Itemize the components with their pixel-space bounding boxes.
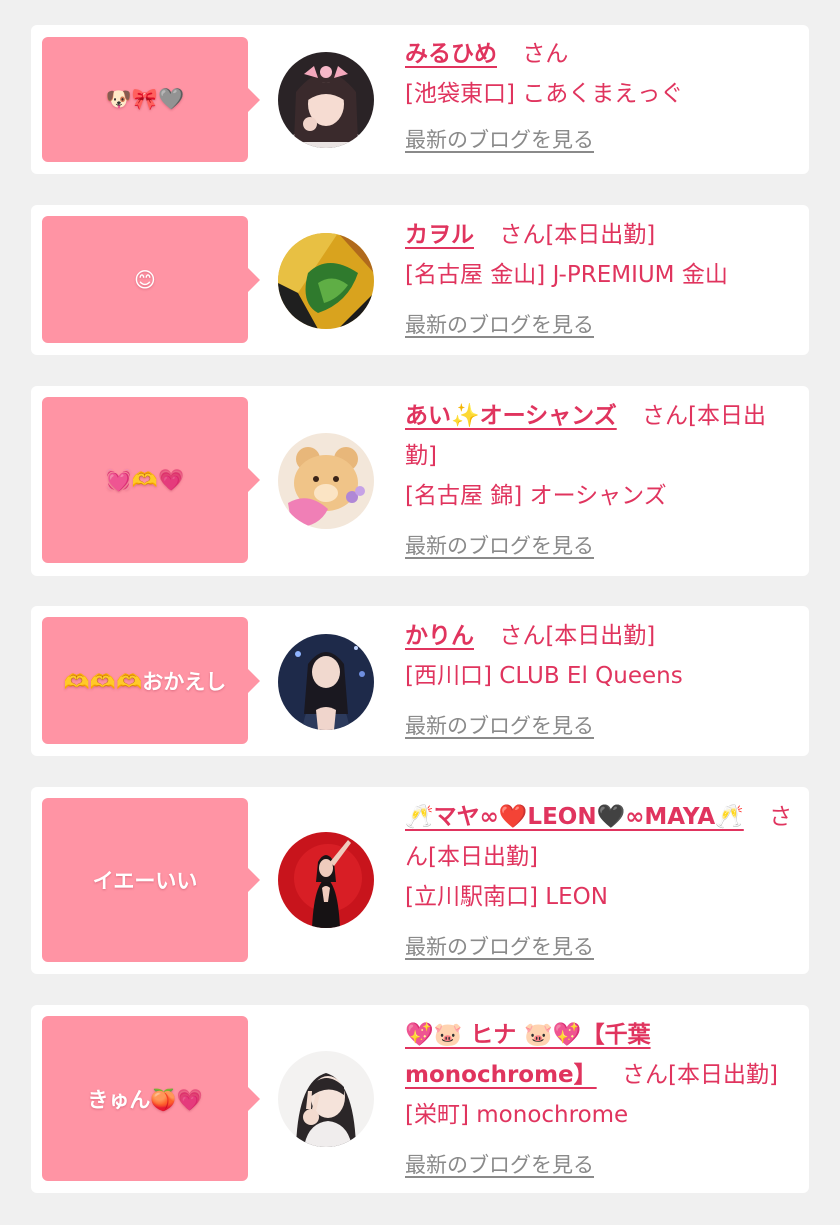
message-card: イエーいい 🥂マヤ∞❤️LEON🖤∞MAYA🥂 さん[本日出勤] [立川駅南口]… [31, 787, 809, 974]
shop-location: [栄町] [405, 1102, 469, 1128]
message-text: イエーいい [92, 869, 198, 893]
member-info: カヲル さん[本日出勤] [名古屋 金山] J-PREMIUM 金山 最新のブロ… [405, 215, 795, 345]
member-name-link[interactable]: 💖🐷 ヒナ 🐷💖【千葉monochrome】 [405, 1022, 651, 1088]
shop-line: [池袋東口] こあくまえっぐ [405, 74, 795, 114]
message-bubble: 🐶🎀🩶 [42, 37, 260, 162]
message-card: 😊 カヲル さん[本日出勤] [名古屋 金山] J-PREMIUM 金山 最新の… [31, 205, 809, 355]
shop-location: [名古屋 金山] [405, 262, 546, 288]
shop-line: [西川口] CLUB El Queens [405, 656, 795, 696]
shop-line: [立川駅南口] LEON [405, 877, 795, 917]
avatar[interactable] [278, 233, 374, 329]
shop-name: こあくまえっぐ [522, 81, 684, 107]
message-bubble: きゅん🍑💗 [42, 1016, 260, 1181]
avatar[interactable] [278, 52, 374, 148]
member-info: みるひめ さん [池袋東口] こあくまえっぐ 最新のブログを見る [405, 34, 795, 160]
shop-location: [西川口] [405, 663, 492, 689]
member-name-link[interactable]: みるひめ [405, 41, 497, 67]
message-text: 🫶🫶🫶おかえし [63, 669, 227, 694]
message-bubble: 🫶🫶🫶おかえし [42, 617, 260, 744]
honorific: さん [621, 1062, 668, 1088]
shop-name: J-PREMIUM 金山 [552, 262, 728, 288]
latest-blog-link[interactable]: 最新のブログを見る [405, 120, 795, 160]
message-text: 💓🫶💗 [105, 467, 185, 492]
honorific: さん [499, 623, 546, 649]
member-name-link[interactable]: 🥂マヤ∞❤️LEON🖤∞MAYA🥂 [405, 804, 744, 830]
member-info: 🥂マヤ∞❤️LEON🖤∞MAYA🥂 さん[本日出勤] [立川駅南口] LEON … [405, 797, 795, 967]
message-card: 💓🫶💗 あい✨オーシャンズ さん[本日出勤] [名古屋 錦] オーシャンズ 最新… [31, 386, 809, 576]
status-label: [本日出勤] [667, 1062, 778, 1088]
message-text: 😊 [134, 267, 156, 292]
latest-blog-link[interactable]: 最新のブログを見る [405, 706, 795, 746]
honorific: さん [522, 41, 569, 67]
name-row: かりん さん[本日出勤] [405, 616, 795, 656]
shop-name: LEON [545, 884, 608, 910]
bear-plush-photo [278, 433, 374, 529]
shop-location: [立川駅南口] [405, 884, 538, 910]
name-row: 🥂マヤ∞❤️LEON🖤∞MAYA🥂 さん[本日出勤] [405, 797, 795, 877]
member-name-link[interactable]: カヲル [405, 222, 474, 248]
name-row: 💖🐷 ヒナ 🐷💖【千葉monochrome】 さん[本日出勤] [405, 1015, 795, 1095]
shop-line: [名古屋 金山] J-PREMIUM 金山 [405, 255, 795, 295]
honorific: さん [642, 403, 689, 429]
message-bubble: イエーいい [42, 798, 260, 962]
girl-red-background-photo [278, 832, 374, 928]
message-bubble: 💓🫶💗 [42, 397, 260, 563]
member-name-link[interactable]: かりん [405, 623, 474, 649]
member-name-link[interactable]: あい✨オーシャンズ [405, 403, 617, 429]
avatar[interactable] [278, 1051, 374, 1147]
latest-blog-link[interactable]: 最新のブログを見る [405, 927, 795, 967]
latest-blog-link[interactable]: 最新のブログを見る [405, 1145, 795, 1185]
girl-portrait-photo [278, 52, 374, 148]
name-row: あい✨オーシャンズ さん[本日出勤] [405, 396, 795, 476]
message-text: 🐶🎀🩶 [105, 87, 185, 111]
name-row: カヲル さん[本日出勤] [405, 215, 795, 255]
member-info: かりん さん[本日出勤] [西川口] CLUB El Queens 最新のブログ… [405, 616, 795, 746]
girl-peace-sign-photo [278, 1051, 374, 1147]
status-label: [本日出勤] [545, 222, 656, 248]
shop-name: monochrome [476, 1102, 629, 1128]
avatar[interactable] [278, 433, 374, 529]
shop-name: オーシャンズ [529, 483, 667, 509]
status-label: [本日出勤] [545, 623, 656, 649]
message-card: 🐶🎀🩶 みるひめ さん [池袋東口] こあくまえっぐ 最新のブログを見る [31, 25, 809, 174]
girl-night-photo [278, 634, 374, 730]
shop-location: [名古屋 錦] [405, 483, 523, 509]
member-info: あい✨オーシャンズ さん[本日出勤] [名古屋 錦] オーシャンズ 最新のブログ… [405, 396, 795, 566]
shop-location: [池袋東口] [405, 81, 515, 107]
name-row: みるひめ さん [405, 34, 795, 74]
honorific: さん [499, 222, 546, 248]
status-label: [本日出勤] [428, 844, 538, 870]
message-card: 🫶🫶🫶おかえし かりん さん[本日出勤] [西川口] CLUB El Queen… [31, 606, 809, 756]
art-avatar-photo [278, 233, 374, 329]
shop-line: [栄町] monochrome [405, 1095, 795, 1135]
avatar[interactable] [278, 832, 374, 928]
shop-name: CLUB El Queens [499, 663, 683, 689]
latest-blog-link[interactable]: 最新のブログを見る [405, 305, 795, 345]
message-card: きゅん🍑💗 💖🐷 ヒナ 🐷💖【千葉monochrome】 さん[本日出勤] [栄… [31, 1005, 809, 1193]
message-text: きゅん🍑💗 [87, 1087, 203, 1112]
member-info: 💖🐷 ヒナ 🐷💖【千葉monochrome】 さん[本日出勤] [栄町] mon… [405, 1015, 795, 1185]
shop-line: [名古屋 錦] オーシャンズ [405, 476, 795, 516]
message-bubble: 😊 [42, 216, 260, 343]
message-list: 🐶🎀🩶 みるひめ さん [池袋東口] こあくまえっぐ 最新のブログを見る 😊 カ… [0, 0, 840, 1225]
latest-blog-link[interactable]: 最新のブログを見る [405, 526, 795, 566]
avatar[interactable] [278, 634, 374, 730]
